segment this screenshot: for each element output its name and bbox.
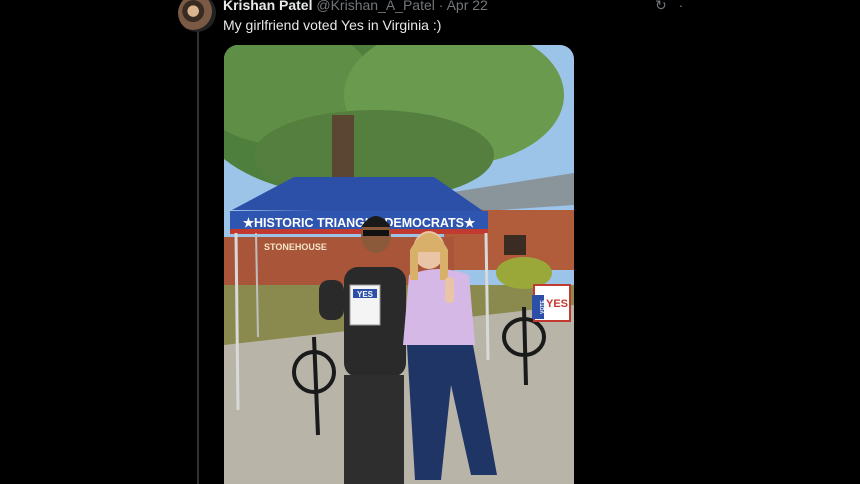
vote-sign-text: VOTE — [540, 300, 546, 314]
tweet-date[interactable]: Apr 22 — [447, 0, 488, 13]
header-separator: · — [438, 0, 444, 13]
grok-icon[interactable]: ↻ — [655, 0, 667, 13]
author-handle[interactable]: @Krishan_A_Patel — [316, 0, 435, 13]
author-name[interactable]: Krishan Patel — [223, 0, 312, 13]
tweet-photo[interactable]: ★HISTORIC TRIANGLE DEMOCRATS★ STONEHOUSE… — [224, 45, 574, 484]
more-icon[interactable]: · — [679, 0, 684, 13]
tweet-text: My girlfriend voted Yes in Virginia :) — [223, 17, 442, 33]
avatar[interactable] — [178, 0, 216, 32]
thread-connector-line — [197, 30, 199, 484]
card-label: YES — [357, 290, 374, 299]
tweet-header-actions: ↻ · — [655, 0, 691, 14]
yes-sign-text: YES — [546, 298, 568, 310]
tent-banner-text: ★HISTORIC TRIANGLE DEMOCRATS★ — [243, 216, 476, 230]
tweet-header: Krishan Patel @Krishan_A_Patel · Apr 22 — [223, 0, 488, 14]
building-sign-text: STONEHOUSE — [264, 242, 327, 252]
